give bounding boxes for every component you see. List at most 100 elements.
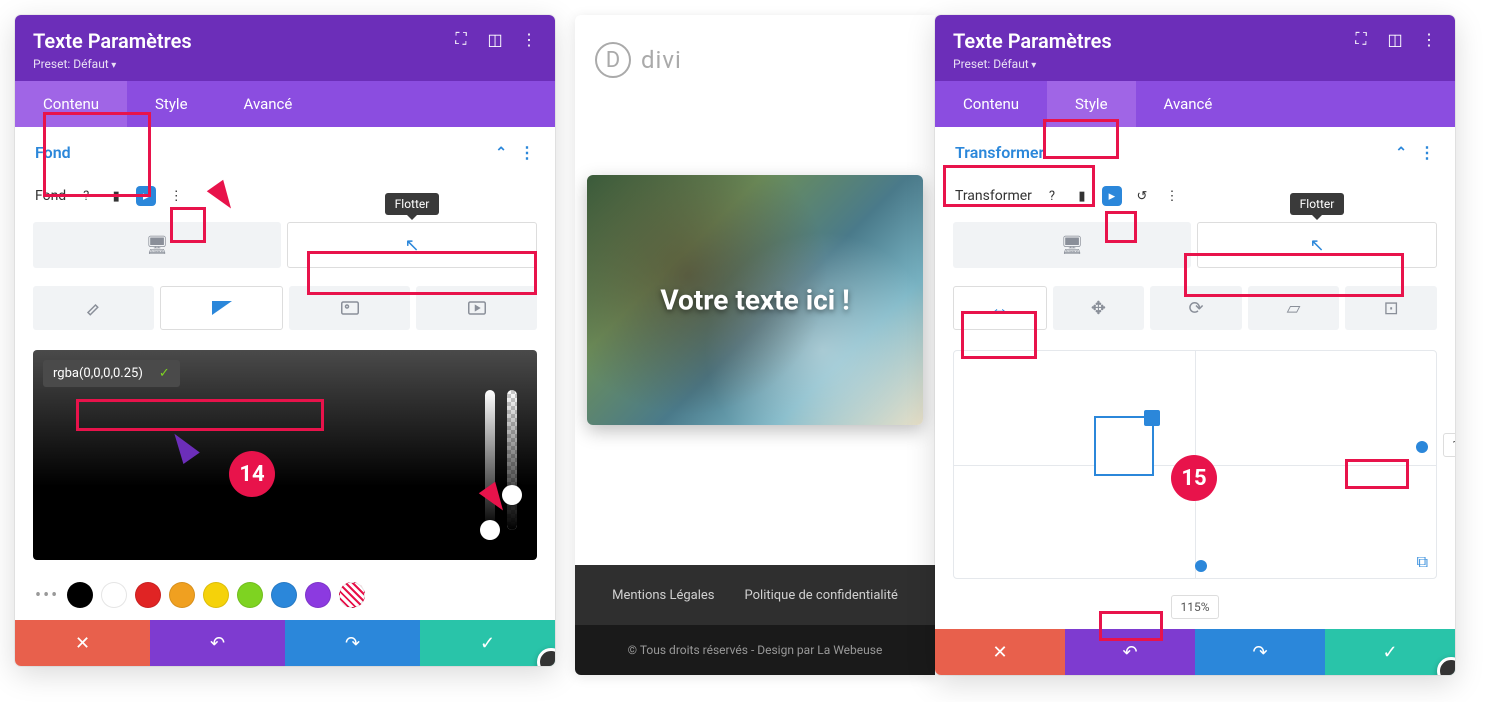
translate-tab[interactable]: ✥ <box>1053 286 1145 330</box>
more-icon[interactable]: ⋮ <box>521 31 537 47</box>
swatch-red[interactable] <box>135 582 161 608</box>
redo-button[interactable]: ↷ <box>285 620 420 666</box>
swatch-orange[interactable] <box>169 582 195 608</box>
swatch-none[interactable] <box>339 582 365 608</box>
hover-tooltip: Flotter <box>385 193 440 215</box>
preset-selector[interactable]: Preset: Défaut <box>33 57 537 71</box>
chevron-up-icon[interactable]: ⌃ <box>1395 145 1407 161</box>
tab-advanced[interactable]: Avancé <box>1136 81 1241 127</box>
expand-icon[interactable]: ⛶ <box>1353 31 1369 47</box>
section-label: Transformer <box>955 143 1044 162</box>
redo-button[interactable]: ↷ <box>1195 629 1325 675</box>
row-more-icon[interactable]: ⋮ <box>1162 186 1182 206</box>
gradient-preview[interactable]: rgba(0,0,0,0.25) ✓ <box>33 350 537 560</box>
fond-row: Fond ? ▮ ▸ ⋮ <box>15 178 555 214</box>
screenshot-left: Texte Paramètres Preset: Défaut ⛶ ◫ ⋮ Co… <box>15 15 555 675</box>
help-icon[interactable]: ? <box>1042 186 1062 206</box>
phone-icon[interactable]: ▮ <box>106 186 126 206</box>
slider-alpha[interactable] <box>507 390 517 530</box>
scale-box[interactable] <box>1094 416 1154 476</box>
chevron-up-icon[interactable]: ⌃ <box>495 145 507 161</box>
divi-brand: divi <box>641 46 682 74</box>
tab-content[interactable]: Contenu <box>935 81 1047 127</box>
action-bar: ✕ ↶ ↷ ✓ <box>935 629 1455 675</box>
rotate-tab[interactable]: ⟳ <box>1150 286 1242 330</box>
phone-icon[interactable]: ▮ <box>1072 186 1092 206</box>
hover-toggle[interactable]: ▸ <box>136 186 156 206</box>
swatch-white[interactable] <box>101 582 127 608</box>
bg-video-tab[interactable] <box>416 286 537 330</box>
footer-link-privacy[interactable]: Politique de confidentialité <box>745 588 898 603</box>
reset-icon[interactable]: ↺ <box>1132 186 1152 206</box>
slider-handle[interactable] <box>480 520 500 540</box>
swatch-purple[interactable] <box>305 582 331 608</box>
check-icon[interactable]: ✓ <box>159 366 170 381</box>
scale-tab[interactable]: ↔ <box>953 286 1047 330</box>
section-label: Fond <box>35 143 71 162</box>
row-more-icon[interactable]: ⋮ <box>166 186 186 206</box>
scale-control[interactable]: 115% ⧉ <box>953 350 1437 579</box>
rgba-input[interactable]: rgba(0,0,0,0.25) ✓ <box>43 360 180 387</box>
transform-type-row: ↔ ✥ ⟳ ▱ ⊡ <box>953 286 1437 330</box>
cursor-icon: ↖ <box>1309 235 1324 256</box>
grid-line-h <box>954 465 1436 466</box>
tabs: Contenu Style Avancé <box>935 81 1455 127</box>
origin-tab[interactable]: ⊡ <box>1345 286 1437 330</box>
preset-selector[interactable]: Preset: Défaut <box>953 57 1437 71</box>
settings-panel-right: Texte Paramètres Preset: Défaut ⛶ ◫ ⋮ Co… <box>935 15 1455 675</box>
swatch-yellow[interactable] <box>203 582 229 608</box>
swatch-black[interactable] <box>67 582 93 608</box>
section-fond[interactable]: Fond ⌃ ⋮ <box>15 127 555 178</box>
swatch-blue[interactable] <box>271 582 297 608</box>
hover-toggle[interactable]: ▸ <box>1102 186 1122 206</box>
close-button[interactable]: ✕ <box>935 629 1065 675</box>
undo-button[interactable]: ↶ <box>150 620 285 666</box>
screenshot-right: D divi Votre texte ici ! Mentions Légale… <box>575 15 1485 675</box>
settings-panel-left: Texte Paramètres Preset: Défaut ⛶ ◫ ⋮ Co… <box>15 15 555 666</box>
close-button[interactable]: ✕ <box>15 620 150 666</box>
columns-icon[interactable]: ◫ <box>487 31 503 47</box>
tab-content[interactable]: Contenu <box>15 81 127 127</box>
action-bar: ✕ ↶ ↷ ✓ <box>15 620 555 666</box>
panel-header: Texte Paramètres Preset: Défaut ⛶ ◫ ⋮ <box>15 15 555 81</box>
scale-x-value[interactable]: 115% <box>1443 433 1455 457</box>
footer-links: Mentions Légales Politique de confidenti… <box>575 565 935 625</box>
bg-type-row <box>33 286 537 330</box>
tab-style[interactable]: Style <box>1047 81 1136 127</box>
undo-button[interactable]: ↶ <box>1065 629 1195 675</box>
more-swatches-icon[interactable]: ••• <box>35 585 59 606</box>
skew-tab[interactable]: ▱ <box>1248 286 1340 330</box>
expand-icon[interactable]: ⛶ <box>453 31 469 47</box>
footer-link-legal[interactable]: Mentions Légales <box>612 588 714 603</box>
columns-icon[interactable]: ◫ <box>1387 31 1403 47</box>
tab-style[interactable]: Style <box>127 81 216 127</box>
swatch-green[interactable] <box>237 582 263 608</box>
scale-handle-x[interactable] <box>1416 441 1428 453</box>
section-more-icon[interactable]: ⋮ <box>519 143 535 162</box>
scale-handle-y[interactable] <box>1195 560 1207 572</box>
more-icon[interactable]: ⋮ <box>1421 31 1437 47</box>
preview-header: D divi <box>575 15 935 105</box>
save-button[interactable]: ✓ <box>1325 629 1455 675</box>
hover-tab[interactable]: Flotter ↖ <box>287 222 537 268</box>
rgba-value: rgba(0,0,0,0.25) <box>53 366 143 381</box>
save-button[interactable]: ✓ <box>420 620 555 666</box>
page-preview: D divi Votre texte ici ! Mentions Légale… <box>575 15 935 675</box>
section-more-icon[interactable]: ⋮ <box>1419 143 1435 162</box>
bg-gradient-tab[interactable] <box>160 286 283 330</box>
hero-module[interactable]: Votre texte ici ! <box>587 175 923 425</box>
device-row: 🖥 Flotter ↖ <box>953 222 1437 268</box>
desktop-tab[interactable]: 🖥 <box>33 222 281 268</box>
hover-tab[interactable]: Flotter ↖ <box>1197 222 1437 268</box>
cursor-icon: ↖ <box>404 235 419 256</box>
desktop-tab[interactable]: 🖥 <box>953 222 1191 268</box>
help-icon[interactable]: ? <box>76 186 96 206</box>
link-icon[interactable]: ⧉ <box>1417 552 1428 572</box>
tab-advanced[interactable]: Avancé <box>216 81 321 127</box>
bg-color-tab[interactable] <box>33 286 154 330</box>
scale-y-value[interactable]: 115% <box>1171 595 1218 619</box>
slider-handle[interactable] <box>502 485 522 505</box>
bg-image-tab[interactable] <box>289 286 410 330</box>
slider-lightness[interactable] <box>485 390 495 530</box>
section-transformer[interactable]: Transformer ⌃ ⋮ <box>935 127 1455 178</box>
